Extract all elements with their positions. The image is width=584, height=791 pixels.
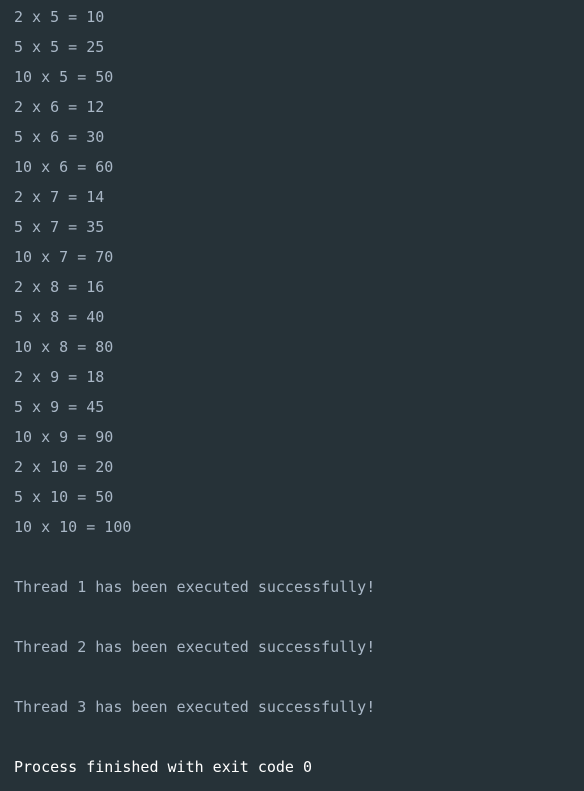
process-exit-line: Process finished with exit code 0 xyxy=(14,758,313,776)
console-line: 10 x 8 = 80 xyxy=(14,338,114,356)
console-line: Thread 2 has been executed successfully! xyxy=(14,638,376,656)
console-line: 2 x 6 = 12 xyxy=(14,98,105,116)
console-line: 10 x 6 = 60 xyxy=(14,158,114,176)
console-line: 10 x 10 = 100 xyxy=(14,518,132,536)
console-line: Thread 1 has been executed successfully! xyxy=(14,578,376,596)
console-line: 5 x 7 = 35 xyxy=(14,218,105,236)
console-line: 10 x 7 = 70 xyxy=(14,248,114,266)
console-line: 2 x 5 = 10 xyxy=(14,8,105,26)
console-line: 5 x 5 = 25 xyxy=(14,38,105,56)
console-line: 5 x 6 = 30 xyxy=(14,128,105,146)
console-line: 5 x 8 = 40 xyxy=(14,308,105,326)
console-line: 5 x 10 = 50 xyxy=(14,488,114,506)
console-output[interactable]: 2 x 5 = 10 5 x 5 = 25 10 x 5 = 50 2 x 6 = 1… xyxy=(0,0,584,791)
console-line: 2 x 10 = 20 xyxy=(14,458,114,476)
console-line: 10 x 9 = 90 xyxy=(14,428,114,446)
console-line: Thread 3 has been executed successfully! xyxy=(14,698,376,716)
console-line: 2 x 7 = 14 xyxy=(14,188,105,206)
console-line: 2 x 8 = 16 xyxy=(14,278,105,296)
console-line: 2 x 9 = 18 xyxy=(14,368,105,386)
console-line: 10 x 5 = 50 xyxy=(14,68,114,86)
console-line: 5 x 9 = 45 xyxy=(14,398,105,416)
